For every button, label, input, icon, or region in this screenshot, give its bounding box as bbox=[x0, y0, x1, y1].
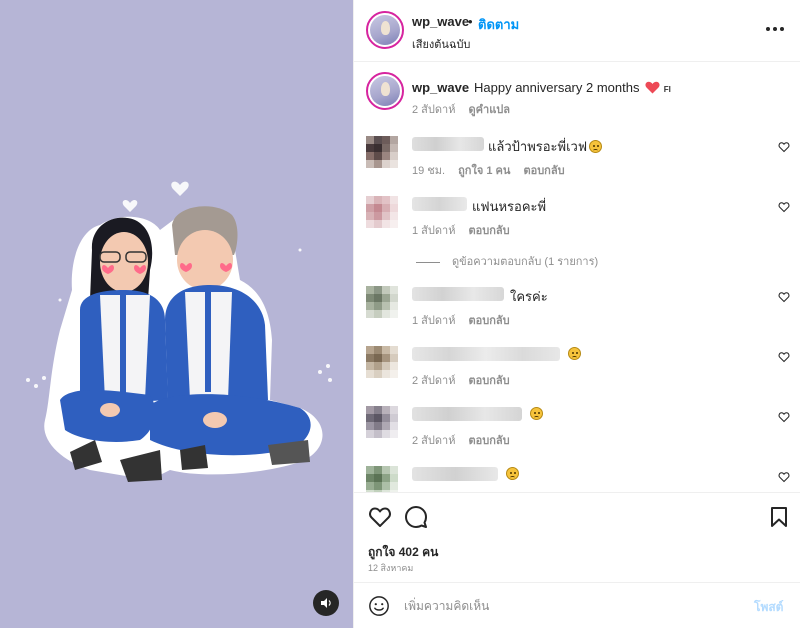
post-media[interactable] bbox=[0, 0, 353, 628]
comment-text bbox=[504, 466, 519, 481]
caption-meta: 2 สัปดาห์ ดูคำแปล bbox=[412, 100, 510, 118]
commenter-avatar-pixelated[interactable] bbox=[366, 286, 398, 318]
commenter-avatar-pixelated[interactable] bbox=[366, 136, 398, 168]
separator-dot: • bbox=[468, 14, 473, 29]
redacted-comment bbox=[412, 467, 498, 481]
follow-button[interactable]: ติดตาม bbox=[478, 14, 519, 35]
author-avatar[interactable] bbox=[366, 11, 404, 49]
audio-toggle-button[interactable] bbox=[313, 590, 339, 616]
post-side-panel: wp_wave • ติดตาม เสียงต้นฉบับ wp_wave Ha… bbox=[353, 0, 800, 628]
heart-outline-icon[interactable] bbox=[778, 411, 790, 423]
post-header: wp_wave • ติดตาม เสียงต้นฉบับ bbox=[354, 0, 800, 62]
like-count[interactable]: ถูกใจ 402 คน bbox=[368, 543, 438, 562]
redacted-comment bbox=[412, 347, 560, 361]
caption-avatar[interactable] bbox=[366, 72, 404, 110]
reply-button[interactable]: ตอบกลับ bbox=[469, 375, 510, 387]
comment-time: 2 สัปดาห์ bbox=[412, 435, 456, 447]
comment-text: ใครค่ะ bbox=[510, 289, 548, 304]
speaker-icon bbox=[321, 598, 331, 608]
comment-meta: 1 สัปดาห์ ตอบกลับ bbox=[412, 221, 510, 239]
sad-face-icon bbox=[568, 347, 581, 360]
bookmark-icon[interactable] bbox=[767, 505, 791, 529]
caption-message: Happy anniversary 2 months bbox=[474, 80, 640, 95]
comment-item: 2 สัปดาห์ ตอบกลับ bbox=[354, 398, 800, 454]
comment-time: 1 สัปดาห์ bbox=[412, 315, 456, 327]
couple-illustration bbox=[26, 181, 332, 482]
caption-time: 2 สัปดาห์ bbox=[412, 104, 456, 116]
comment-item: แฟนหรอคะพี่ 1 สัปดาห์ ตอบกลับ bbox=[354, 188, 800, 244]
comment-text: แล้วป้าพรอะพี่เวฟ bbox=[488, 136, 603, 157]
comment-time: 2 สัปดาห์ bbox=[412, 375, 456, 387]
view-replies-button[interactable]: ดูข้อความตอบกลับ (1 รายการ) bbox=[416, 252, 598, 270]
reply-button[interactable]: ตอบกลับ bbox=[469, 225, 510, 237]
sad-face-icon bbox=[589, 140, 603, 153]
caption-suffix: FI bbox=[663, 85, 671, 94]
reply-button[interactable]: ตอบกลับ bbox=[469, 435, 510, 447]
redacted-username bbox=[412, 197, 467, 211]
comment-item: แล้วป้าพรอะพี่เวฟ 19 ชม. ถูกใจ 1 คน ตอบก… bbox=[354, 128, 800, 184]
sad-face-icon bbox=[530, 407, 543, 420]
comment-meta: 1 สัปดาห์ ตอบกลับ bbox=[412, 311, 510, 329]
comment-text bbox=[566, 346, 581, 361]
reply-button[interactable]: ตอบกลับ bbox=[523, 165, 564, 177]
heart-outline-icon[interactable] bbox=[778, 141, 790, 153]
commenter-avatar-pixelated[interactable] bbox=[366, 196, 398, 228]
comment-like-count[interactable]: ถูกใจ 1 คน bbox=[458, 165, 510, 177]
caption-text: Happy anniversary 2 months FI bbox=[474, 80, 671, 95]
see-translation-button[interactable]: ดูคำแปล bbox=[469, 104, 511, 116]
like-heart-icon[interactable] bbox=[368, 505, 392, 529]
comments-list[interactable]: wp_wave Happy anniversary 2 months FI 2 … bbox=[354, 62, 800, 492]
comment-meta: 19 ชม. ถูกใจ 1 คน ตอบกลับ bbox=[412, 161, 565, 179]
comment-meta: 2 สัปดาห์ ตอบกลับ bbox=[412, 371, 510, 389]
comment-text: แฟนหรอคะพี่ bbox=[472, 199, 547, 214]
red-heart-icon bbox=[645, 81, 660, 94]
comment-item: ใครค่ะ 1 สัปดาห์ ตอบกลับ bbox=[354, 278, 800, 334]
view-replies-label: ดูข้อความตอบกลับ (1 รายการ) bbox=[452, 256, 599, 268]
comment-bubble-icon[interactable] bbox=[404, 505, 428, 529]
comment-item: 2 สัปดาห์ ตอบกลับ bbox=[354, 338, 800, 394]
emoji-smile-icon[interactable] bbox=[368, 595, 390, 617]
original-audio-link[interactable]: เสียงต้นฉบับ bbox=[412, 35, 470, 53]
comment-meta: 2 สัปดาห์ ตอบกลับ bbox=[412, 431, 510, 449]
author-username[interactable]: wp_wave bbox=[412, 14, 469, 29]
comment-time: 1 สัปดาห์ bbox=[412, 225, 456, 237]
heart-outline-icon[interactable] bbox=[778, 201, 790, 213]
more-options-icon[interactable] bbox=[766, 22, 786, 36]
post-date: 12 สิงหาคม bbox=[368, 563, 414, 573]
commenter-avatar-pixelated[interactable] bbox=[366, 406, 398, 438]
comment-item bbox=[354, 458, 800, 492]
redacted-username bbox=[412, 287, 504, 301]
heart-outline-icon[interactable] bbox=[778, 291, 790, 303]
heart-outline-icon[interactable] bbox=[778, 471, 790, 483]
post-actions: ถูกใจ 402 คน 12 สิงหาคม bbox=[354, 492, 800, 582]
caption-username[interactable]: wp_wave bbox=[412, 80, 469, 95]
sad-face-icon bbox=[506, 467, 519, 480]
heart-outline-icon[interactable] bbox=[778, 351, 790, 363]
redacted-comment bbox=[412, 407, 522, 421]
comment-text bbox=[528, 406, 543, 421]
comment-time: 19 ชม. bbox=[412, 165, 446, 177]
add-comment-bar: โพสต์ bbox=[354, 582, 800, 628]
reply-button[interactable]: ตอบกลับ bbox=[469, 315, 510, 327]
commenter-avatar-pixelated[interactable] bbox=[366, 466, 398, 492]
redacted-username bbox=[412, 137, 484, 151]
post-comment-button[interactable]: โพสต์ bbox=[754, 598, 783, 617]
commenter-avatar-pixelated[interactable] bbox=[366, 346, 398, 378]
comment-input[interactable] bbox=[404, 597, 734, 615]
post-caption: wp_wave Happy anniversary 2 months FI 2 … bbox=[354, 62, 800, 122]
